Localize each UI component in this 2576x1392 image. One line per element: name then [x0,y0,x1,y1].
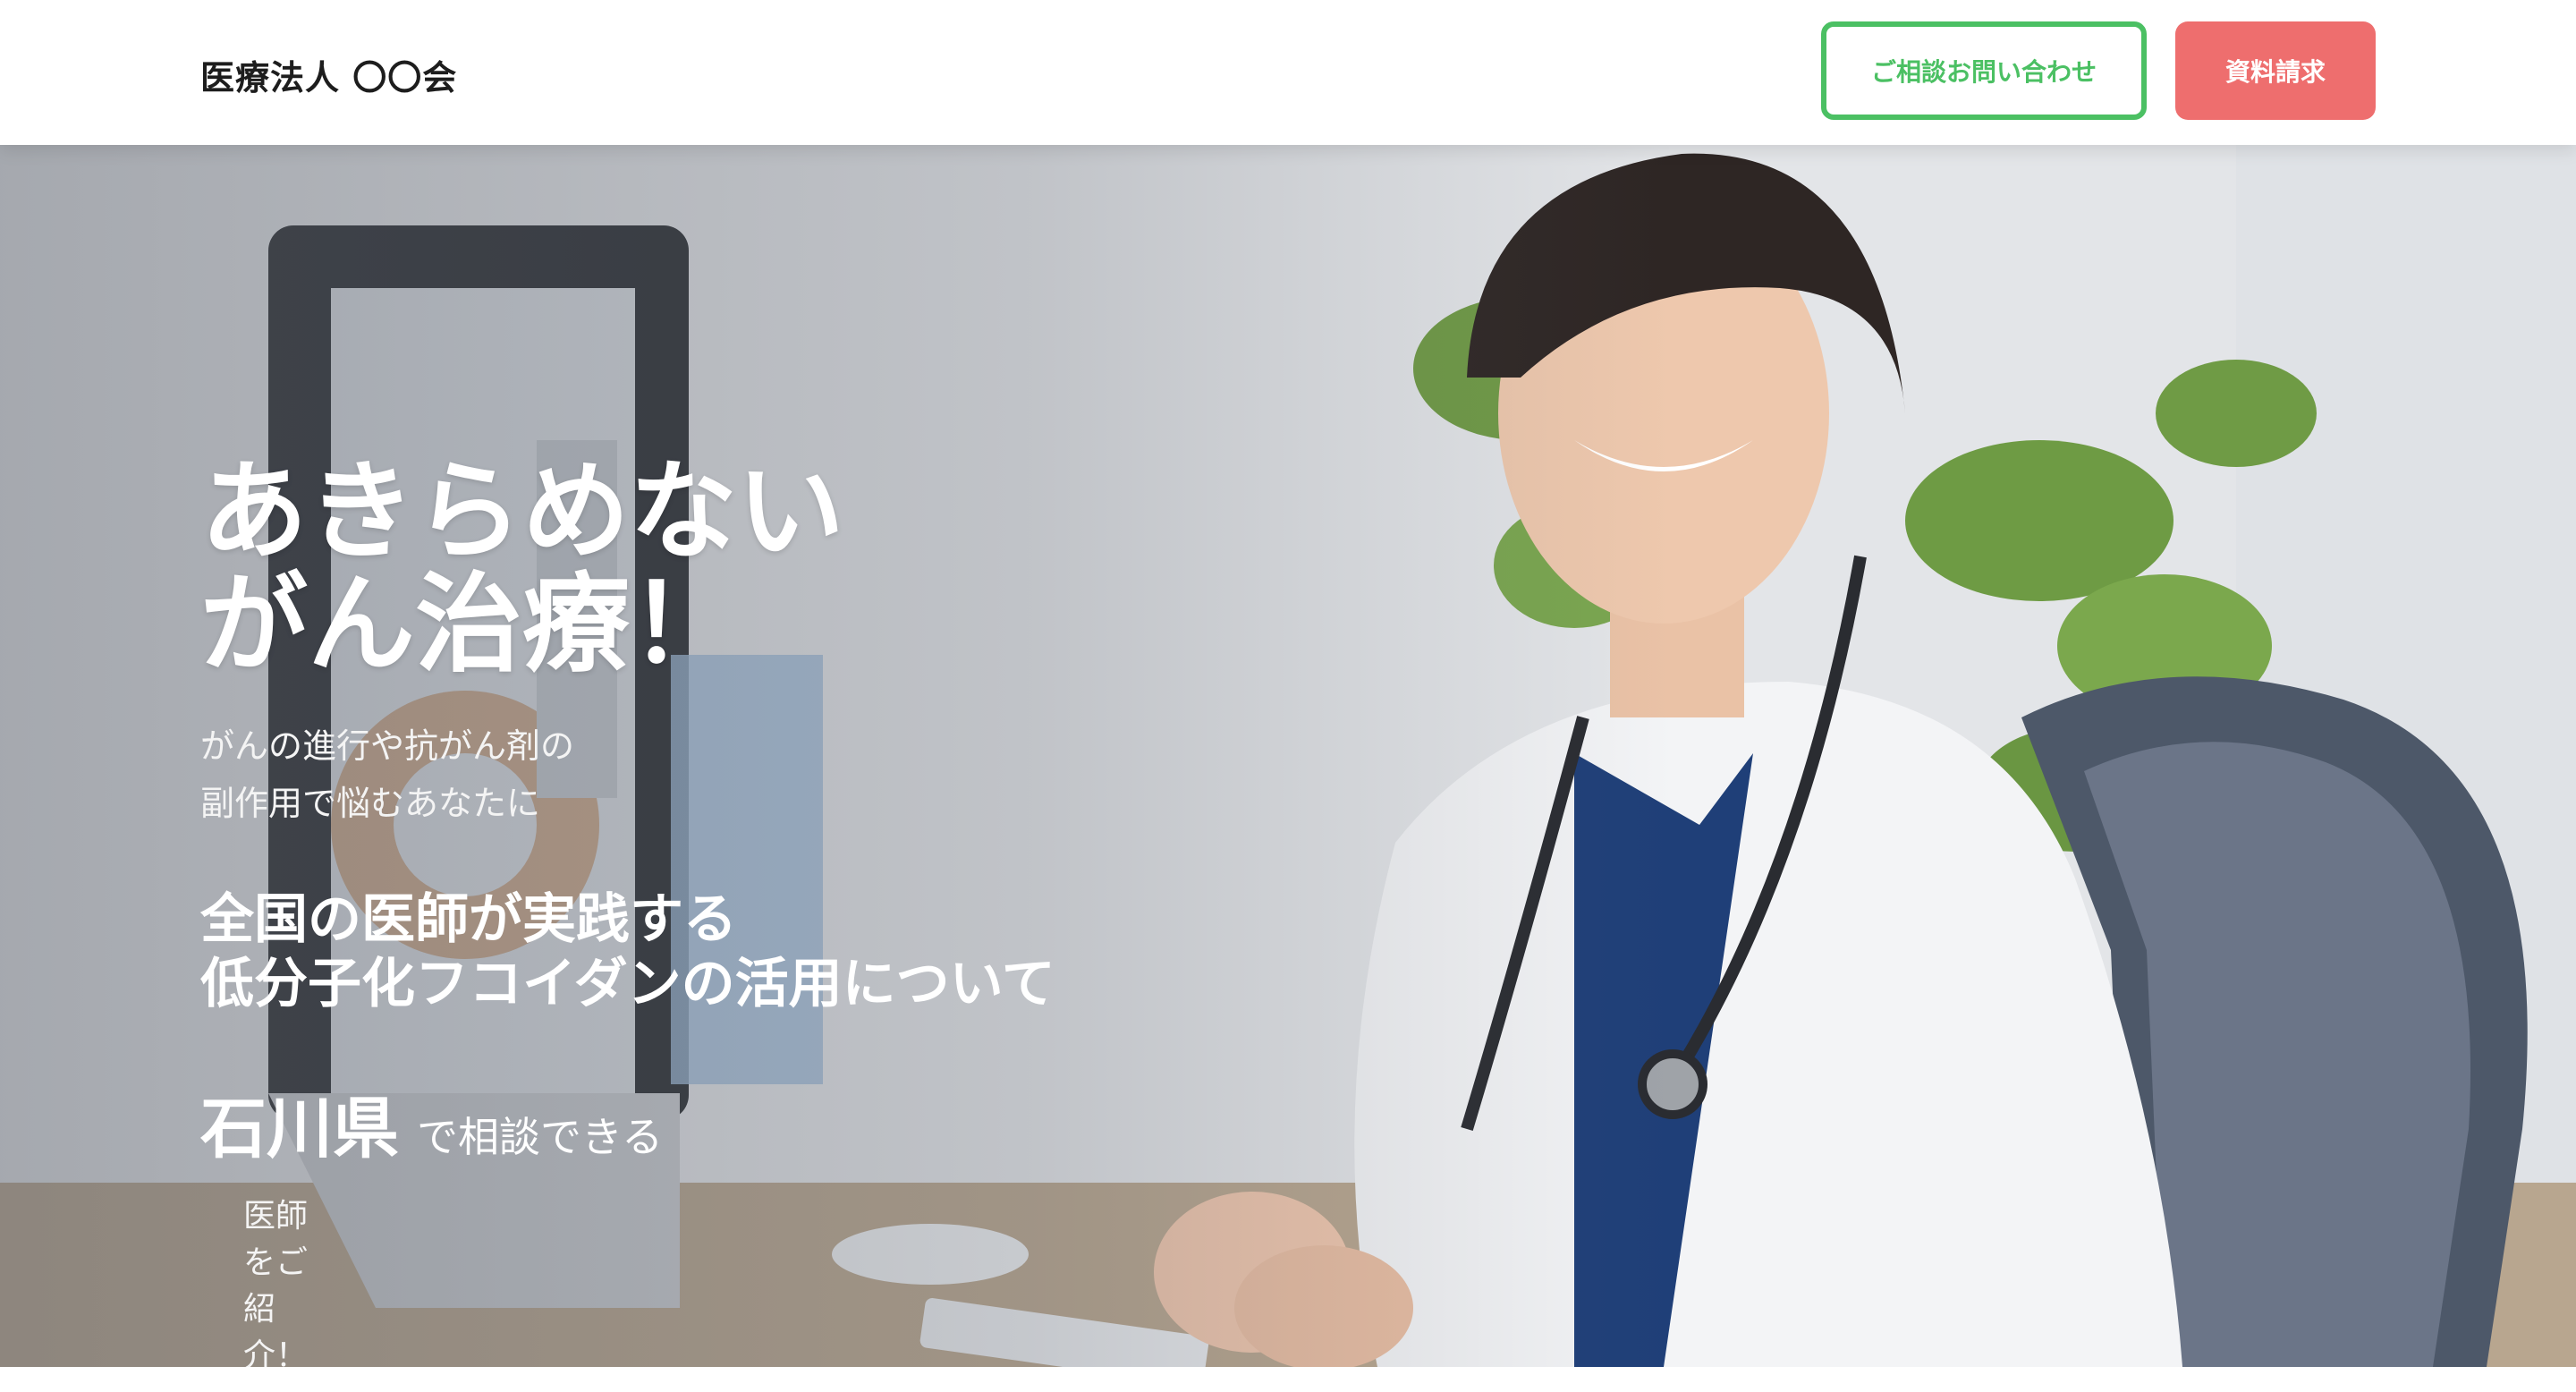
hero-feature: 全国の医師が実践する 低分子化フコイダンの活用について [200,887,1274,1016]
doctor-intro-text: 医師をご紹介！ [243,1198,309,1367]
hero-location: 石川県 で相談できる [200,1075,663,1171]
subtext-line-2: 副作用で悩むあなたに [200,784,541,823]
hero-headline: あきらめない がん治療！ [200,456,1184,682]
site-logo[interactable]: 医療法人 〇〇会 [200,50,457,99]
contact-button[interactable]: ご相談お問い合わせ [1821,21,2147,120]
prefecture-label: 石川県 [200,1091,399,1167]
headline-line-1: あきらめない [200,450,844,574]
headline-line-2: がん治療！ [200,563,737,687]
hero-section: あきらめない がん治療！ がんの進行や抗がん剤の 副作用で悩むあなたに 全国の医… [0,145,2576,1367]
consult-label: で相談できる [417,1113,664,1161]
feature-line-2: 低分子化フコイダンの活用について [200,953,1055,1015]
subtext-line-1: がんの進行や抗がん剤の [200,726,575,766]
hero-subtext: がんの進行や抗がん剤の 副作用で悩むあなたに [200,717,1005,832]
site-header: 医療法人 〇〇会 ご相談お問い合わせ 資料請求 [0,0,2576,145]
feature-line-1: 全国の医師が実践する [200,888,737,951]
request-documents-button[interactable]: 資料請求 [2175,21,2376,120]
